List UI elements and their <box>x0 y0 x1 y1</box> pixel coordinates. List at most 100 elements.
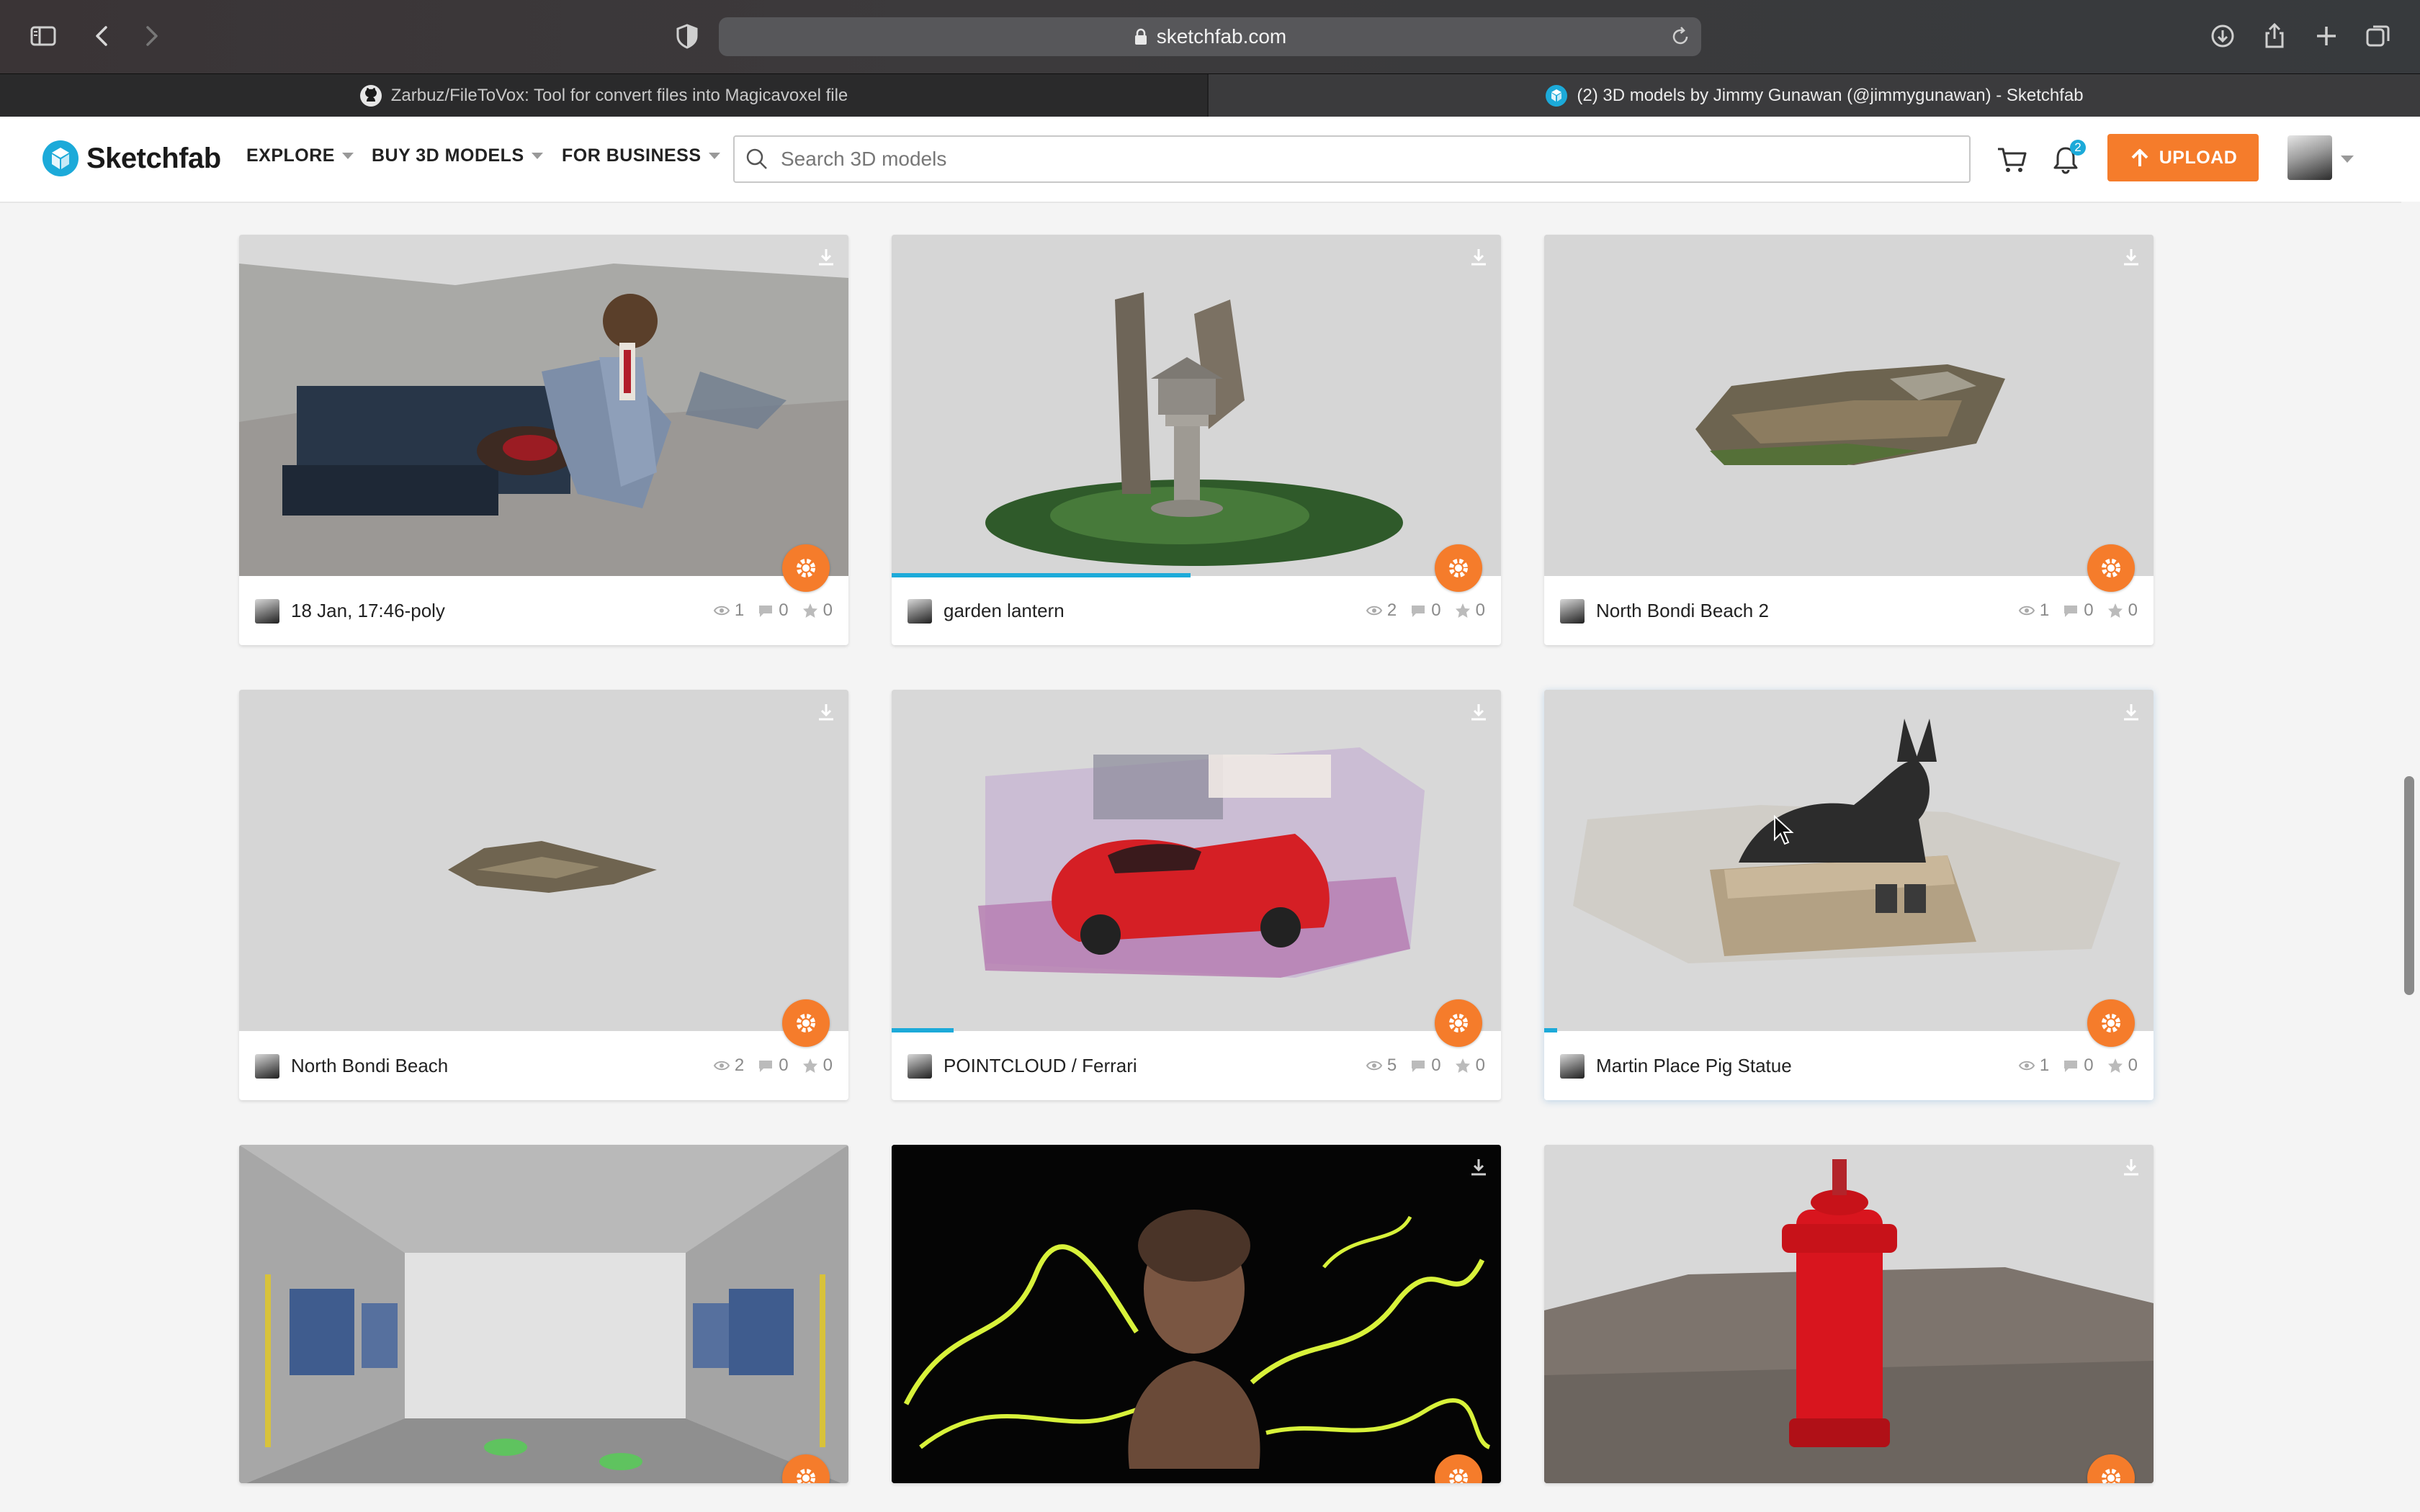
model-card[interactable] <box>239 1145 848 1483</box>
model-name[interactable]: North Bondi Beach 2 <box>1596 600 1769 622</box>
model-card[interactable] <box>892 1145 1501 1483</box>
nav-buy-3d-models[interactable]: BUY 3D MODELS <box>372 145 543 166</box>
eye-icon <box>713 1061 730 1071</box>
model-name[interactable]: POINTCLOUD / Ferrari <box>944 1055 1137 1077</box>
download-icon[interactable] <box>1468 1156 1489 1178</box>
tab-filetovox[interactable]: Zarbuz/FileToVox: Tool for convert files… <box>0 74 1207 117</box>
chevron-down-icon <box>341 153 354 159</box>
chevron-down-icon[interactable] <box>2341 156 2354 163</box>
download-icon[interactable] <box>2120 246 2142 268</box>
comment-icon <box>1412 606 1425 617</box>
view-count: 1 <box>734 600 745 620</box>
download-icon[interactable] <box>2120 701 2142 723</box>
model-name[interactable]: North Bondi Beach <box>291 1055 448 1077</box>
author-avatar[interactable] <box>255 599 279 624</box>
comment-icon <box>2064 1061 2078 1072</box>
model-card[interactable] <box>1544 1145 2154 1483</box>
star-icon <box>802 603 817 618</box>
model-thumbnail[interactable] <box>239 1145 848 1483</box>
tab-overview-icon[interactable] <box>2360 17 2397 55</box>
comment-count: 0 <box>2084 600 2094 620</box>
search-input[interactable] <box>779 147 1935 171</box>
model-info: North Bondi Beach 2 1 0 0 <box>1544 576 2154 645</box>
forward-arrow-icon[interactable] <box>133 17 170 55</box>
view-count: 1 <box>2039 600 2050 620</box>
model-info: 18 Jan, 17:46-poly 1 0 0 <box>239 576 848 645</box>
address-bar[interactable]: sketchfab.com <box>719 17 1701 56</box>
eye-icon <box>2018 606 2035 616</box>
gear-icon <box>2102 1469 2120 1483</box>
author-avatar[interactable] <box>255 1054 279 1079</box>
comment-icon <box>759 606 773 617</box>
downloads-icon[interactable] <box>2204 17 2241 55</box>
model-card[interactable]: North Bondi Beach 2 0 0 <box>239 690 848 1100</box>
reload-icon[interactable] <box>1670 26 1691 48</box>
comment-count: 0 <box>1431 600 1441 620</box>
eye-icon <box>713 606 730 616</box>
comment-count: 0 <box>2084 1056 2094 1075</box>
privacy-shield-icon[interactable] <box>668 17 706 55</box>
user-avatar[interactable] <box>2287 135 2332 180</box>
download-icon[interactable] <box>815 246 837 268</box>
notification-badge: 2 <box>2070 140 2086 156</box>
model-thumbnail[interactable] <box>1544 235 2154 576</box>
search-box <box>733 135 1971 183</box>
model-thumbnail[interactable] <box>1544 1145 2154 1483</box>
nav-label: BUY 3D MODELS <box>372 145 524 166</box>
lock-icon <box>1134 28 1147 45</box>
model-thumbnail[interactable] <box>239 690 848 1031</box>
download-icon[interactable] <box>2120 1156 2142 1178</box>
star-icon <box>1455 1058 1470 1073</box>
author-avatar[interactable] <box>1560 1054 1585 1079</box>
author-avatar[interactable] <box>1560 599 1585 624</box>
tab-sketchfab[interactable]: (2) 3D models by Jimmy Gunawan (@jimmygu… <box>1209 74 2420 117</box>
like-count: 0 <box>823 1056 833 1075</box>
author-avatar[interactable] <box>908 599 932 624</box>
download-icon[interactable] <box>815 701 837 723</box>
sketchfab-logo[interactable]: Sketchfab <box>42 135 221 181</box>
github-icon <box>359 85 382 107</box>
model-card[interactable]: North Bondi Beach 2 1 0 0 <box>1544 235 2154 645</box>
nav-for-business[interactable]: FOR BUSINESS <box>562 145 720 166</box>
cart-icon[interactable] <box>1995 143 2030 177</box>
nav-explore[interactable]: EXPLORE <box>246 145 354 166</box>
model-thumbnail[interactable] <box>892 1145 1501 1483</box>
download-icon[interactable] <box>1468 701 1489 723</box>
model-name[interactable]: 18 Jan, 17:46-poly <box>291 600 445 622</box>
model-info: POINTCLOUD / Ferrari 5 0 0 <box>892 1031 1501 1100</box>
model-stats: 2 0 0 <box>700 1056 833 1076</box>
statue-bench-preview <box>239 235 848 576</box>
model-thumbnail[interactable] <box>892 235 1501 576</box>
model-name[interactable]: Martin Place Pig Statue <box>1596 1055 1792 1077</box>
comment-icon <box>1412 1061 1425 1072</box>
model-thumbnail[interactable] <box>892 690 1501 1031</box>
model-stats: 2 0 0 <box>1353 600 1485 621</box>
eye-icon <box>1366 606 1383 616</box>
new-tab-icon[interactable] <box>2308 17 2345 55</box>
eye-icon <box>2018 1061 2035 1071</box>
arrow-up-icon <box>2131 149 2148 166</box>
download-icon[interactable] <box>1468 246 1489 268</box>
model-info: Martin Place Pig Statue 1 0 0 <box>1544 1031 2154 1100</box>
model-card[interactable]: 18 Jan, 17:46-poly 1 0 0 <box>239 235 848 645</box>
back-arrow-icon[interactable] <box>84 17 121 55</box>
sidebar-toggle-icon[interactable] <box>24 17 62 55</box>
like-count: 0 <box>823 600 833 620</box>
nav-label: EXPLORE <box>246 145 335 166</box>
site-header: Sketchfab EXPLORE BUY 3D MODELS FOR BUSI… <box>0 117 2420 203</box>
model-thumbnail[interactable] <box>239 235 848 576</box>
comment-icon <box>759 1061 773 1072</box>
view-count: 1 <box>2039 1056 2050 1075</box>
model-card[interactable]: garden lantern 2 0 0 <box>892 235 1501 645</box>
model-card[interactable]: Martin Place Pig Statue 1 0 0 <box>1544 690 2154 1100</box>
model-thumbnail[interactable] <box>1544 690 2154 1031</box>
view-count: 2 <box>1386 600 1397 620</box>
scrollbar-thumb[interactable] <box>2404 776 2414 995</box>
author-avatar[interactable] <box>908 1054 932 1079</box>
model-stats: 5 0 0 <box>1353 1056 1485 1076</box>
model-name[interactable]: garden lantern <box>944 600 1065 622</box>
model-card[interactable]: POINTCLOUD / Ferrari 5 0 0 <box>892 690 1501 1100</box>
upload-button[interactable]: UPLOAD <box>2107 134 2259 181</box>
star-icon <box>2107 1058 2123 1073</box>
share-icon[interactable] <box>2256 17 2293 55</box>
